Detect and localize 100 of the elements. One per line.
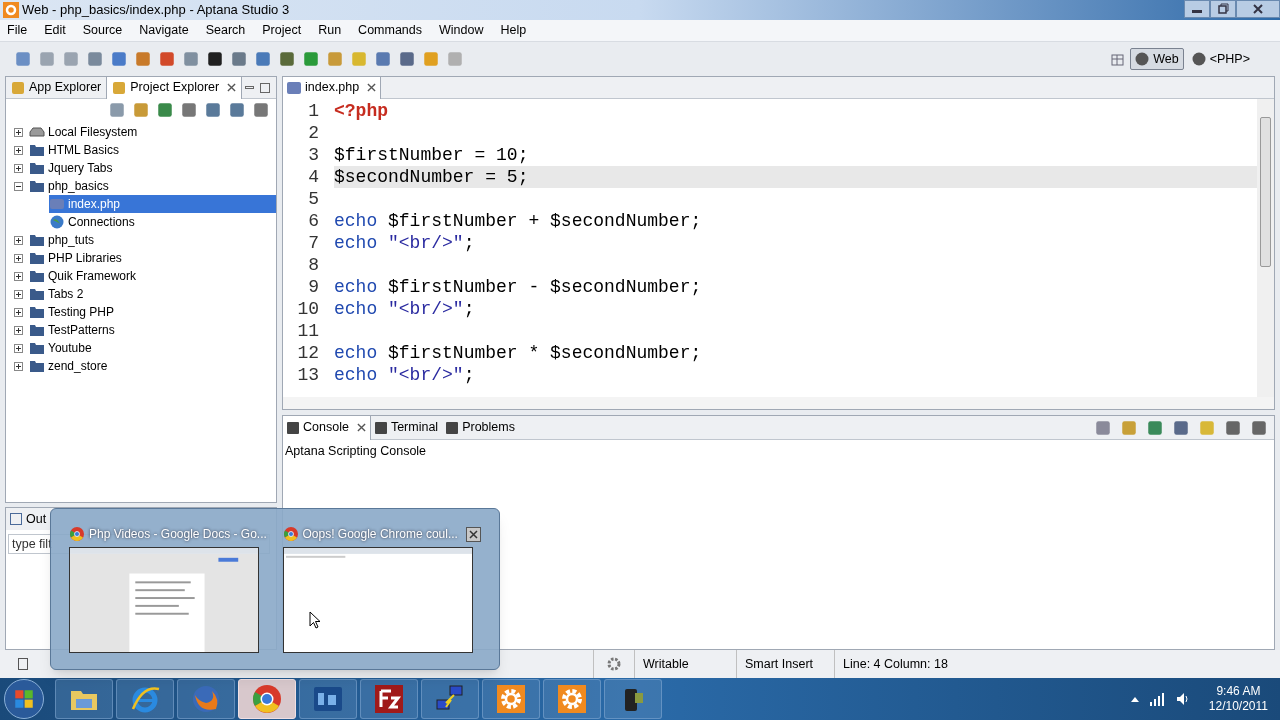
line-number: 11: [296, 319, 319, 343]
taskbar-button[interactable]: [238, 679, 296, 719]
expand-icon[interactable]: [14, 289, 23, 299]
close-button[interactable]: [466, 526, 481, 542]
menu-item[interactable]: Window: [439, 21, 484, 40]
line-number: 2: [307, 121, 319, 145]
tree-item[interactable]: HTML Basics: [29, 141, 123, 159]
tree-item[interactable]: php_basics: [29, 177, 113, 195]
panel-tab[interactable]: App Explorer: [6, 76, 107, 99]
app-icon: [3, 2, 19, 18]
code-text: echo "<br/>";: [334, 232, 476, 254]
close-button[interactable]: [1236, 0, 1280, 18]
thumbnail-title: Php Videos - Google Docs - Go...: [89, 526, 267, 543]
close-icon[interactable]: [356, 423, 366, 432]
menu-item[interactable]: Commands: [358, 21, 423, 40]
taskbar-button[interactable]: [116, 679, 174, 719]
expand-icon[interactable]: [14, 253, 23, 263]
tree-item[interactable]: php_tuts: [29, 231, 99, 249]
horizontal-scrollbar[interactable]: [283, 397, 1274, 409]
close-icon[interactable]: [227, 83, 237, 92]
tree-item[interactable]: Jquery Tabs: [29, 159, 117, 177]
folder-icon: [29, 178, 45, 194]
clock[interactable]: 9:46 AM 12/10/2011: [1208, 684, 1268, 714]
fox-globe-icon: [190, 683, 222, 715]
code-text: echo "<br/>";: [334, 298, 476, 320]
line-number: 3: [307, 143, 319, 167]
toolbar-icon[interactable]: [206, 50, 224, 68]
panel-tab[interactable]: Problems: [442, 415, 519, 440]
expand-icon[interactable]: [14, 325, 23, 335]
panel-tab[interactable]: Console: [283, 415, 371, 440]
restore-button[interactable]: [1210, 0, 1236, 18]
perspective-icon: [1135, 52, 1150, 66]
tree-item[interactable]: Connections: [49, 213, 139, 231]
taskbar-button[interactable]: [55, 679, 113, 719]
taskbar-button[interactable]: [482, 679, 540, 719]
chrome-icon: [282, 526, 299, 542]
console-title: Aptana Scripting Console: [284, 443, 428, 460]
php-file-icon: [49, 196, 65, 212]
tree-item[interactable]: index.php: [49, 195, 276, 213]
menu-item[interactable]: Help: [500, 21, 527, 40]
code-text: echo "<br/>";: [334, 364, 476, 386]
taskbar-button[interactable]: [421, 679, 479, 719]
taskbar-button[interactable]: [299, 679, 357, 719]
code-text: <?php: [334, 100, 389, 122]
menu-item[interactable]: Source: [82, 21, 123, 40]
panel-tab[interactable]: Terminal: [370, 415, 443, 440]
expand-icon[interactable]: [14, 127, 23, 137]
folder-icon: [29, 340, 45, 356]
editor-tab[interactable]: index.php: [283, 76, 382, 99]
close-icon[interactable]: [367, 83, 377, 92]
tree-item[interactable]: Quik Framework: [29, 267, 140, 285]
taskbar-button[interactable]: [543, 679, 601, 719]
open-perspective-icon[interactable]: [1110, 51, 1127, 67]
tree-item[interactable]: Local Filesystem: [29, 123, 142, 141]
expand-icon[interactable]: [14, 361, 23, 371]
expand-icon[interactable]: [14, 145, 23, 155]
start-button[interactable]: [4, 679, 44, 719]
fast-view-icon[interactable]: [18, 658, 28, 670]
panel-tab[interactable]: Out: [26, 509, 47, 529]
taskbar-button[interactable]: [604, 679, 662, 719]
line-number: 7: [307, 231, 319, 255]
line-number: 8: [307, 253, 319, 277]
tree-item[interactable]: Youtube: [29, 339, 96, 357]
gear-icon[interactable]: [606, 656, 622, 672]
tray-arrow-icon[interactable]: [1130, 696, 1139, 702]
expand-icon[interactable]: [14, 343, 23, 353]
maximize-icon[interactable]: [260, 82, 270, 93]
perspective-button[interactable]: Web: [1130, 48, 1184, 70]
scrollbar[interactable]: [1257, 99, 1274, 397]
perspective-button[interactable]: <PHP>: [1187, 48, 1254, 70]
php-file-icon: [287, 81, 301, 94]
speaker-icon[interactable]: [1174, 691, 1191, 707]
menu-item[interactable]: File: [7, 21, 28, 40]
folder-icon: [29, 322, 45, 338]
panel-tab[interactable]: Project Explorer: [106, 76, 243, 99]
tree-item[interactable]: Tabs 2: [29, 285, 88, 303]
drive-icon: [29, 124, 45, 140]
expand-icon[interactable]: [14, 307, 23, 317]
minimize-button[interactable]: [1184, 0, 1210, 18]
collapse-icon[interactable]: [14, 181, 23, 191]
line-number: 9: [307, 275, 319, 299]
minimize-icon[interactable]: [245, 86, 254, 89]
menu-item[interactable]: Edit: [44, 21, 66, 40]
tree-item[interactable]: TestPatterns: [29, 321, 119, 339]
tree-item[interactable]: PHP Libraries: [29, 249, 126, 267]
expand-icon[interactable]: [14, 235, 23, 245]
menu-item[interactable]: Project: [262, 21, 302, 40]
chrome-icon: [251, 683, 283, 715]
gear-icon: [495, 683, 527, 715]
tree-item[interactable]: zend_store: [29, 357, 112, 375]
taskbar-button[interactable]: [360, 679, 418, 719]
signal-icon[interactable]: [1148, 691, 1165, 707]
panel-icon: [374, 421, 387, 434]
menu-item[interactable]: Search: [205, 21, 246, 40]
expand-icon[interactable]: [14, 163, 23, 173]
mouse-pointer-icon: [309, 611, 321, 629]
tree-item[interactable]: Testing PHP: [29, 303, 119, 321]
expand-icon[interactable]: [14, 271, 23, 281]
menu-item[interactable]: Run: [318, 21, 342, 40]
menu-item[interactable]: Navigate: [139, 21, 189, 40]
